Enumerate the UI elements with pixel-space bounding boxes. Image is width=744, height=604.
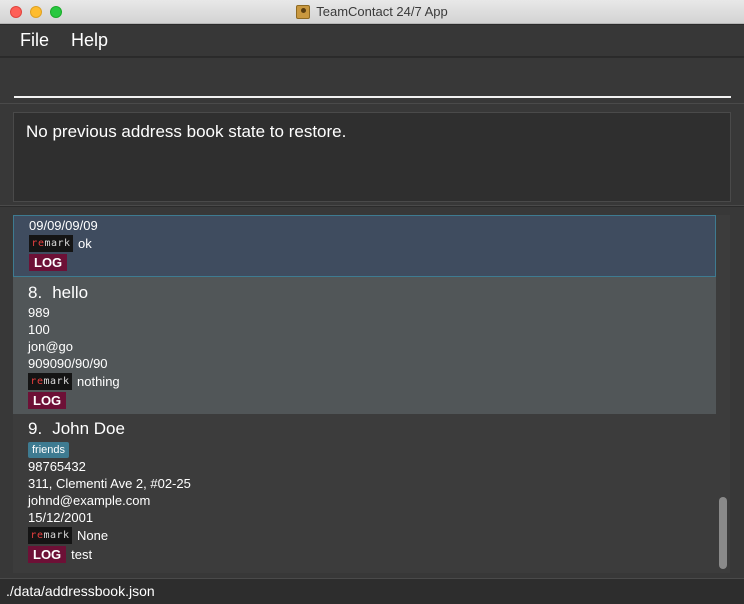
window-title-group: TeamContact 24/7 App [296,4,448,19]
tag-friends: friends [28,442,70,458]
person-email: jon@go [28,339,74,354]
person-date: 909090/90/90 [28,356,108,371]
contacts-app-icon [296,4,311,19]
person-index: 8. [28,283,43,302]
menu-file[interactable]: File [20,30,49,51]
log-badge: LOG [28,546,67,563]
remark-row: remark ok [29,234,715,253]
zoom-window-button[interactable] [50,6,62,18]
log-row: LOG [28,391,716,410]
person-name: John Doe [52,419,125,438]
person-remark: ok [78,236,92,251]
list-scrollbar-thumb[interactable] [719,497,727,569]
close-window-button[interactable] [10,6,22,18]
person-date: 15/12/2001 [28,510,94,525]
result-display-area: No previous address book state to restor… [0,104,744,206]
person-remark: nothing [77,374,120,389]
result-display[interactable]: No previous address book state to restor… [13,112,731,202]
list-scrollbar-track[interactable] [716,215,730,573]
remark-row: remark None [28,526,716,545]
minimize-window-button[interactable] [30,6,42,18]
save-location: ./data/addressbook.json [6,583,155,599]
person-phone: 989 [28,305,50,320]
person-address: 100 [28,322,50,337]
log-badge: LOG [29,254,68,271]
remark-badge: remark [28,527,72,544]
person-email: johnd@example.com [28,493,151,508]
window-title: TeamContact 24/7 App [316,4,448,19]
log-row: LOG test [28,545,716,564]
menu-help[interactable]: Help [71,30,108,51]
person-address: 311, Clementi Ave 2, #02-25 [28,476,191,491]
remark-badge: remark [28,373,72,390]
person-log: test [71,547,93,562]
command-box-area [0,58,744,104]
person-phone: 98765432 [28,459,86,474]
log-badge: LOG [28,392,67,409]
status-bar: ./data/addressbook.json [0,578,744,604]
command-input[interactable] [14,66,731,98]
person-name-row: 9. John Doe [28,418,716,440]
remark-row: remark nothing [28,372,716,391]
tags-row: friends [28,440,716,458]
person-list-area: 09/09/09/09 remark ok LOG 8. hello 989 1… [0,207,744,578]
person-name-row: 8. hello [28,282,716,304]
person-card-7-selected[interactable]: 09/09/09/09 remark ok LOG [13,215,716,277]
person-remark: None [77,528,109,543]
person-card-8[interactable]: 8. hello 989 100 jon@go 909090/90/90 rem… [13,277,716,414]
person-date: 09/09/09/09 [29,218,98,233]
person-card-9[interactable]: 9. John Doe friends 98765432 311, Clemen… [13,414,716,573]
menu-bar: File Help [0,25,744,57]
log-row: LOG [29,253,715,272]
person-name: hello [52,283,89,302]
window-controls [10,6,62,18]
title-bar: TeamContact 24/7 App [0,0,744,24]
person-list[interactable]: 09/09/09/09 remark ok LOG 8. hello 989 1… [13,215,716,573]
remark-badge: remark [29,235,73,252]
person-index: 9. [28,419,43,438]
